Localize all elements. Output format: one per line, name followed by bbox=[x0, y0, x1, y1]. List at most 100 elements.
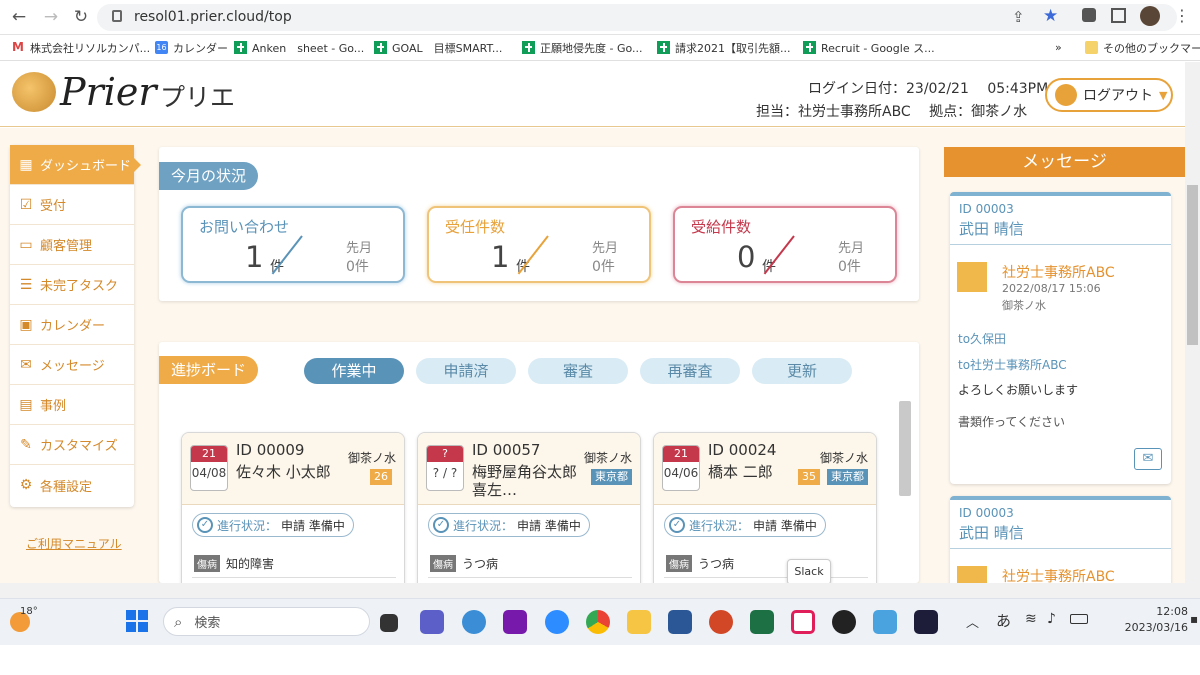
divider bbox=[950, 244, 1171, 245]
illness-tag: 傷病 bbox=[430, 555, 456, 572]
message-branch: 御茶ノ水 bbox=[1002, 299, 1046, 312]
divider bbox=[664, 577, 868, 578]
teams-icon[interactable] bbox=[420, 610, 444, 634]
date-day: ? bbox=[427, 446, 463, 462]
edge-icon[interactable] bbox=[462, 610, 486, 634]
illness-value: うつ病 bbox=[698, 557, 735, 571]
excel-icon[interactable] bbox=[750, 610, 774, 634]
search-icon: ⌕ bbox=[174, 612, 183, 631]
battery-icon[interactable] bbox=[1070, 614, 1088, 624]
chrome-icon[interactable] bbox=[586, 610, 610, 634]
volume-icon[interactable]: ♪ bbox=[1047, 611, 1056, 627]
user-avatar-icon bbox=[957, 262, 987, 292]
date-box: 21 04/08 bbox=[190, 445, 228, 491]
case-card-clip: 21 04/08 ID 00009 佐々木 小太郎 御茶ノ水 26 ✓ 進行状況：… bbox=[0, 0, 1200, 583]
message-case-id: ID 00003 bbox=[959, 202, 1014, 216]
message-time: 2022/08/17 15:06 bbox=[1002, 282, 1101, 295]
taskbar-tooltip: Slack bbox=[787, 559, 831, 583]
location-badge: 東京都 bbox=[591, 469, 632, 485]
slack-icon[interactable] bbox=[791, 610, 815, 634]
date-month: ? bbox=[432, 466, 440, 480]
clock-time[interactable]: 12:08 bbox=[1130, 605, 1188, 618]
windows-start-icon[interactable] bbox=[126, 610, 148, 632]
status-value: 申請 準備中 bbox=[753, 518, 817, 533]
illness-row: 傷病 知的障害 bbox=[194, 555, 274, 572]
date-month-day: 04/06 bbox=[663, 466, 699, 480]
message-card[interactable]: ID 00003 武田 晴信 社労士事務所ABC 2022/08/17 15:0… bbox=[950, 192, 1171, 484]
date-month: 04 bbox=[191, 466, 207, 480]
divider bbox=[192, 577, 396, 578]
date-box: ? ? / ? bbox=[426, 445, 464, 491]
onenote-icon[interactable] bbox=[503, 610, 527, 634]
message-card[interactable]: ID 00003 武田 晴信 社労士事務所ABC bbox=[950, 496, 1171, 583]
status-label: 進行状況： bbox=[453, 518, 514, 533]
status-pill: ✓ 進行状況： 申請 準備中 bbox=[664, 513, 826, 537]
message-sender: 社労士事務所ABC bbox=[1002, 569, 1115, 583]
illness-tag: 傷病 bbox=[666, 555, 692, 572]
date-date: 08 bbox=[211, 466, 227, 480]
status-pill: ✓ 進行状況： 申請 準備中 bbox=[428, 513, 590, 537]
ime-indicator[interactable]: あ bbox=[996, 610, 1011, 631]
case-office: 御茶ノ水 bbox=[583, 451, 632, 465]
tray-chevron-icon[interactable]: ︿ bbox=[966, 612, 979, 631]
message-client-name: 武田 晴信 bbox=[959, 220, 1024, 238]
date-month: 04 bbox=[663, 466, 679, 480]
date-date: 06 bbox=[683, 466, 699, 480]
case-card[interactable]: 21 04/06 ID 00024 橋本 二郎 御茶ノ水 35 東京都 ✓ 進行状… bbox=[653, 432, 877, 583]
status-label: 進行状況： bbox=[217, 518, 278, 533]
control-panel-icon[interactable] bbox=[873, 610, 897, 634]
horizontal-scrollbar[interactable] bbox=[0, 583, 1200, 598]
board-scrollbar[interactable] bbox=[899, 401, 911, 496]
date-box: 21 04/06 bbox=[662, 445, 700, 491]
word-icon[interactable] bbox=[668, 610, 692, 634]
zoom-icon[interactable] bbox=[545, 610, 569, 634]
task-view-icon[interactable] bbox=[380, 614, 398, 632]
illness-row: 傷病 うつ病 bbox=[430, 555, 498, 572]
case-id: ID 00024 bbox=[708, 441, 777, 459]
status-value: 申請 準備中 bbox=[517, 518, 581, 533]
screen-bottom bbox=[0, 645, 1200, 675]
case-id: ID 00009 bbox=[236, 441, 305, 459]
check-circle-icon: ✓ bbox=[197, 517, 213, 533]
search-placeholder: 検索 bbox=[194, 616, 221, 631]
case-name: 梅野屋角谷太郎喜左… bbox=[472, 463, 578, 499]
user-avatar-icon bbox=[957, 566, 987, 583]
check-circle-icon: ✓ bbox=[669, 517, 685, 533]
message-case-id: ID 00003 bbox=[959, 506, 1014, 520]
message-sender: 社労士事務所ABC bbox=[1002, 265, 1115, 281]
status-label: 進行状況： bbox=[689, 518, 750, 533]
taskbar-search[interactable]: ⌕ 検索 bbox=[163, 607, 370, 636]
status-value: 申請 準備中 bbox=[281, 518, 345, 533]
message-client-name: 武田 晴信 bbox=[959, 524, 1024, 542]
illness-value: うつ病 bbox=[462, 557, 499, 571]
divider bbox=[428, 577, 632, 578]
case-office: 御茶ノ水 bbox=[347, 451, 396, 465]
message-text: よろしくお願いします bbox=[958, 383, 1079, 397]
date-month-day: 04/08 bbox=[191, 466, 227, 480]
location-badge: 東京都 bbox=[827, 469, 868, 485]
message-text: 書類作ってください bbox=[958, 415, 1066, 429]
age-badge: 26 bbox=[370, 469, 392, 485]
date-date: ? bbox=[450, 466, 458, 480]
case-card[interactable]: ? ? / ? ID 00057 梅野屋角谷太郎喜左… 御茶ノ水 東京都 ✓ 進行… bbox=[417, 432, 641, 583]
powerpoint-icon[interactable] bbox=[709, 610, 733, 634]
app-icon[interactable] bbox=[914, 610, 938, 634]
age-badge: 35 bbox=[798, 469, 820, 485]
audio-app-icon[interactable] bbox=[832, 610, 856, 634]
page-scrollbar-thumb[interactable] bbox=[1187, 185, 1198, 345]
wifi-icon[interactable]: ≋ bbox=[1025, 611, 1037, 627]
case-id: ID 00057 bbox=[472, 441, 541, 459]
notification-icon[interactable]: ▪ bbox=[1190, 612, 1198, 626]
case-name: 佐々木 小太郎 bbox=[236, 463, 331, 481]
reply-mail-icon[interactable]: ✉ bbox=[1134, 448, 1162, 470]
date-day: 21 bbox=[191, 446, 227, 462]
date-month-day: ? / ? bbox=[432, 466, 458, 480]
file-explorer-icon[interactable] bbox=[627, 610, 651, 634]
weather-temp: 18° bbox=[20, 606, 38, 617]
check-circle-icon: ✓ bbox=[433, 517, 449, 533]
status-pill: ✓ 進行状況： 申請 準備中 bbox=[192, 513, 354, 537]
case-card[interactable]: 21 04/08 ID 00009 佐々木 小太郎 御茶ノ水 26 ✓ 進行状況：… bbox=[181, 432, 405, 583]
illness-tag: 傷病 bbox=[194, 555, 220, 572]
clock-date[interactable]: 2023/03/16 bbox=[1102, 621, 1188, 634]
message-to: to久保田 bbox=[958, 332, 1007, 346]
